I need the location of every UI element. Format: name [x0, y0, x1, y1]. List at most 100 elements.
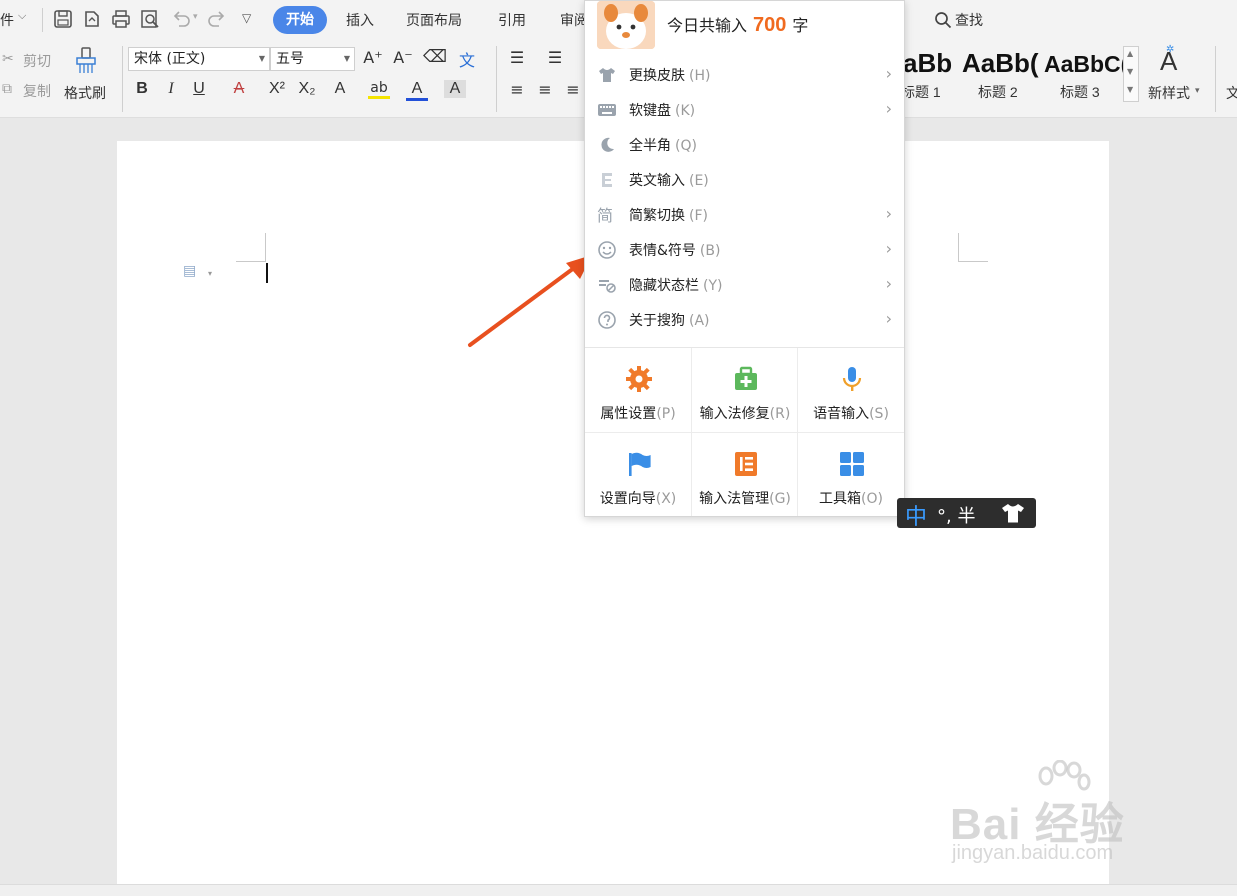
file-menu[interactable]: 件: [0, 10, 14, 30]
copy-icon[interactable]: ⧉: [2, 81, 12, 97]
chevron-down-icon[interactable]: ▼: [1127, 67, 1133, 76]
menu-item-label: 表情&符号 (B): [629, 240, 720, 260]
style-gallery-scroll[interactable]: ▲ ▼ ▼: [1123, 46, 1139, 102]
shrink-font-icon[interactable]: A⁻: [392, 48, 414, 67]
style-label: 标题 1: [901, 84, 941, 100]
grid-item-label: 属性设置(P): [585, 403, 691, 423]
export-pdf-icon[interactable]: [81, 8, 103, 30]
text-effect-icon[interactable]: A: [329, 80, 351, 98]
grid-item-label: 工具箱(O): [798, 488, 904, 508]
grid-item-setup-wizard[interactable]: 设置向导(X): [585, 433, 691, 517]
undo-chevron-icon[interactable]: ▾: [193, 12, 198, 22]
divider: [42, 8, 43, 32]
microphone-icon: [842, 367, 862, 391]
save-icon[interactable]: [52, 8, 74, 30]
style-heading-2[interactable]: AaBb( 标题 2: [960, 46, 1040, 102]
undo-icon[interactable]: [170, 8, 192, 30]
align-left-icon[interactable]: ≡: [506, 80, 528, 99]
tshirt-icon[interactable]: [1001, 502, 1025, 524]
underline-icon[interactable]: U: [188, 80, 210, 98]
shortcut-key: (K): [675, 103, 696, 119]
menu-item-simplified-traditional[interactable]: 简 简繁切换 (F) ›: [585, 197, 904, 232]
italic-icon[interactable]: I: [160, 80, 182, 98]
bullets-icon[interactable]: ☰: [506, 48, 528, 67]
align-right-icon[interactable]: ≡: [562, 80, 584, 99]
menu-item-emoji-symbols[interactable]: 表情&符号 (B) ›: [585, 232, 904, 267]
format-painter-button[interactable]: 格式刷: [64, 83, 106, 103]
clear-format-icon[interactable]: ⌫: [423, 47, 447, 67]
grid-item-ime-manager[interactable]: 输入法管理(G): [692, 433, 798, 517]
style-heading-1[interactable]: aBb 标题 1: [895, 46, 970, 102]
label-text: 软键盘: [629, 103, 671, 119]
tab-references[interactable]: 引用: [498, 10, 526, 30]
ime-mode-toggle[interactable]: 中: [905, 499, 927, 531]
copy-button[interactable]: 复制: [23, 81, 51, 101]
tab-page-layout[interactable]: 页面布局: [406, 10, 462, 30]
grid-item-label: 输入法修复(R): [692, 403, 798, 423]
numbering-icon[interactable]: ☰: [544, 48, 566, 67]
divider: [122, 46, 123, 112]
redo-icon[interactable]: [206, 8, 228, 30]
grid-item-ime-repair[interactable]: 输入法修复(R): [692, 348, 798, 432]
highlight-icon[interactable]: ab: [368, 80, 390, 99]
menu-item-english-input[interactable]: 英文输入 (E): [585, 162, 904, 197]
bold-icon[interactable]: B: [131, 80, 153, 98]
menu-item-label: 隐藏状态栏 (Y): [629, 275, 722, 295]
chevron-down-icon: ▼: [343, 54, 350, 63]
new-style-button[interactable]: 新样式: [1148, 83, 1190, 103]
ribbon-trailing-label[interactable]: 文: [1226, 83, 1237, 103]
shortcut-key: (E): [689, 173, 709, 189]
align-center-icon[interactable]: ≡: [534, 80, 556, 99]
ime-punct-width-toggle[interactable]: °, 半: [937, 502, 975, 528]
font-color-icon[interactable]: A: [406, 80, 428, 101]
margin-corner-top-right: [958, 233, 988, 262]
format-painter-icon[interactable]: [73, 46, 99, 76]
tab-insert[interactable]: 插入: [346, 10, 374, 30]
search-icon[interactable]: [934, 11, 952, 29]
ime-status-bar[interactable]: 中 °, 半: [897, 498, 1036, 531]
moon-icon: [601, 137, 614, 152]
char-shading-icon[interactable]: A: [444, 80, 466, 98]
status-bar: [0, 884, 1237, 896]
customize-quick-access-icon[interactable]: ▽: [242, 11, 251, 25]
daily-input-count: 今日共输入 700 字: [667, 12, 808, 37]
menu-item-about-sogou[interactable]: 关于搜狗 (A) ›: [585, 302, 904, 337]
print-preview-icon[interactable]: [139, 8, 161, 30]
annotation-arrow: [468, 255, 592, 347]
style-heading-3[interactable]: AaBbC( 标题 3: [1042, 46, 1124, 102]
strikethrough-icon[interactable]: A: [228, 80, 250, 98]
chevron-down-icon[interactable]: ▾: [208, 269, 212, 278]
chevron-right-icon: ›: [885, 204, 892, 223]
new-style-chevron-icon[interactable]: ▾: [1195, 86, 1200, 96]
cut-button[interactable]: 剪切: [23, 51, 51, 71]
grid-item-toolbox[interactable]: 工具箱(O): [798, 433, 904, 517]
menu-item-change-skin[interactable]: 更换皮肤 (H) ›: [585, 57, 904, 92]
expand-gallery-icon[interactable]: ▼: [1127, 85, 1133, 94]
style-sample: AaBbC(: [1044, 51, 1124, 77]
mascot-avatar[interactable]: [597, 1, 655, 49]
grid-item-voice-input[interactable]: 语音输入(S): [798, 348, 904, 432]
menu-item-full-half-width[interactable]: 全半角 (Q): [585, 127, 904, 162]
search-button[interactable]: 查找: [955, 10, 983, 30]
grow-font-icon[interactable]: A⁺: [362, 48, 384, 67]
gear-icon: [626, 366, 652, 392]
chevron-up-icon[interactable]: ▲: [1127, 49, 1133, 58]
label-text: 属性设置: [600, 406, 657, 422]
sparkle-icon: ✲: [1166, 44, 1175, 55]
paragraph-layout-icon[interactable]: ▤: [183, 263, 196, 279]
print-icon[interactable]: [110, 8, 132, 30]
tab-home[interactable]: 开始: [273, 6, 327, 34]
grid-item-preferences[interactable]: 属性设置(P): [585, 348, 691, 432]
menu-item-label: 关于搜狗 (A): [629, 310, 710, 330]
font-size-select[interactable]: 五号 ▼: [270, 47, 355, 71]
ime-menu-header: 今日共输入 700 字: [585, 1, 904, 53]
scissors-icon[interactable]: ✂: [2, 51, 14, 67]
menu-item-soft-keyboard[interactable]: 软键盘 (K) ›: [585, 92, 904, 127]
menu-item-hide-statusbar[interactable]: 隐藏状态栏 (Y) ›: [585, 267, 904, 302]
font-name-select[interactable]: 宋体 (正文) ▼: [128, 47, 270, 71]
subscript-icon[interactable]: X₂: [296, 80, 318, 98]
phonetic-guide-icon[interactable]: 文: [456, 47, 478, 71]
superscript-icon[interactable]: X²: [266, 80, 288, 98]
grid-item-label: 语音输入(S): [798, 403, 904, 423]
file-chevron-icon[interactable]: ⌵: [18, 9, 26, 23]
